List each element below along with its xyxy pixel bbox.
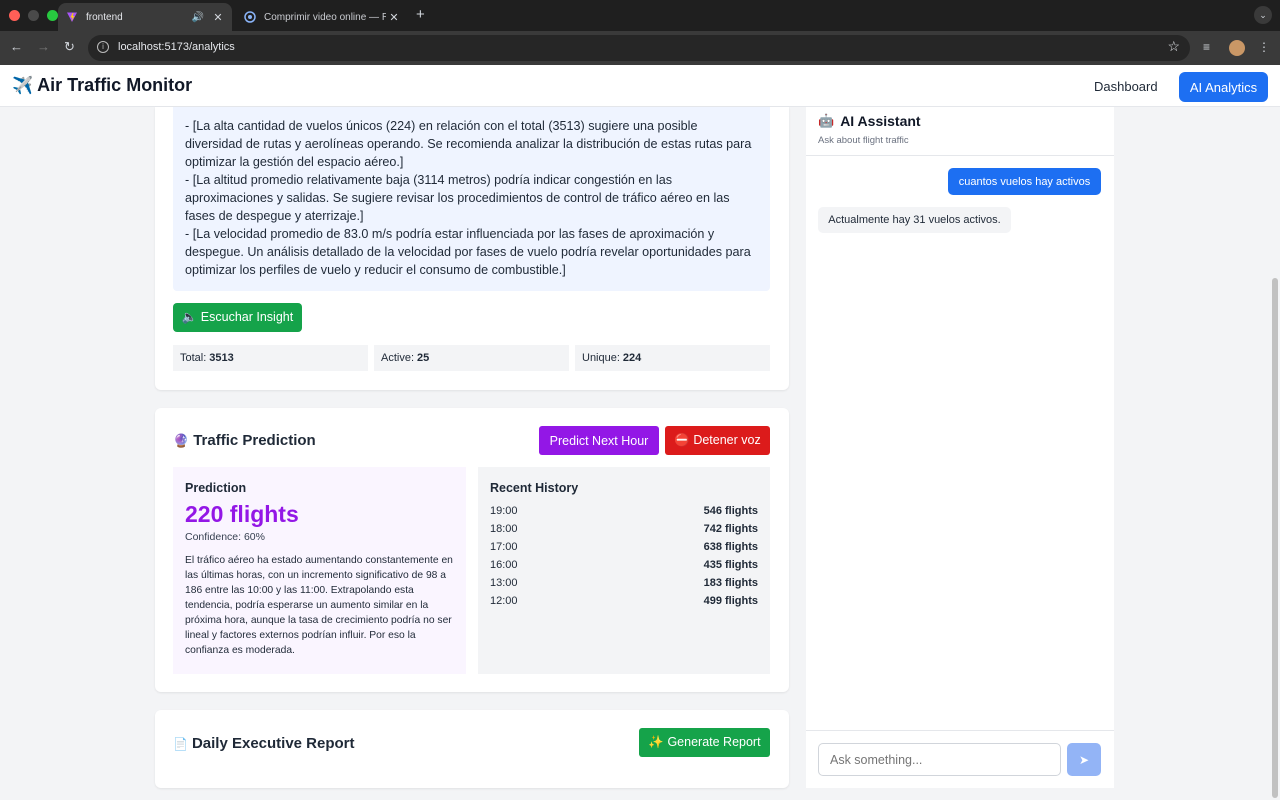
ai-assistant-panel: 🤖 AI Assistant Ask about flight traffic …: [806, 107, 1114, 788]
history-flights: 638 flights: [703, 541, 758, 553]
nav-ai-analytics-button[interactable]: AI Analytics: [1179, 72, 1268, 102]
minimize-window-button[interactable]: [28, 10, 39, 21]
report-heading: 📄 Daily Executive Report: [173, 735, 355, 752]
traffic-prediction-card: 🔮 Traffic Prediction Predict Next Hour ⛔…: [155, 408, 789, 692]
stat-total: Total: 3513: [173, 345, 368, 371]
stat-unique-value: 224: [622, 352, 642, 364]
history-time: 13:00: [490, 577, 518, 589]
app-header: ✈️ Air Traffic Monitor Dashboard AI Anal…: [0, 65, 1280, 107]
generate-report-button[interactable]: ✨ Generate Report: [639, 728, 770, 757]
daily-report-card: 📄 Daily Executive Report ✨ Generate Repo…: [155, 710, 789, 788]
tab-title: frontend: [86, 11, 123, 23]
send-icon: ➤: [1078, 752, 1090, 767]
assistant-title: AI Assistant: [840, 113, 921, 129]
page-scrollbar-thumb[interactable]: [1272, 278, 1278, 798]
history-row: 18:00 742 flights: [490, 520, 758, 538]
tab-frontend[interactable]: frontend 🔊 ✕: [58, 3, 232, 31]
compress-icon: [244, 11, 256, 23]
history-time: 12:00: [490, 595, 518, 607]
close-tab-icon[interactable]: ✕: [386, 11, 402, 24]
back-arrow-icon[interactable]: ←: [10, 39, 23, 54]
browser-tab-strip: frontend 🔊 ✕ Comprimir video online — Re…: [0, 0, 1280, 31]
stat-total-label: Total:: [180, 352, 207, 364]
assistant-header: 🤖 AI Assistant Ask about flight traffic: [818, 113, 921, 146]
assistant-title-row: 🤖 AI Assistant: [818, 113, 921, 129]
stat-total-value: 3513: [209, 352, 234, 364]
stat-active: Active: 25: [374, 345, 569, 371]
divider: [806, 730, 1114, 731]
new-tab-button[interactable]: +: [416, 6, 425, 23]
site-info-icon[interactable]: i: [97, 41, 109, 53]
audio-playing-icon[interactable]: 🔊: [192, 12, 204, 23]
history-row: 12:00 499 flights: [490, 592, 758, 610]
browser-toolbar: ← → ↻ i localhost:5173/analytics ☆ ≡ ⋮: [0, 31, 1280, 65]
tab-search-chevron-icon[interactable]: ⌄: [1254, 6, 1272, 24]
history-flights: 742 flights: [703, 523, 758, 535]
brand[interactable]: ✈️ Air Traffic Monitor: [12, 75, 192, 96]
prediction-box-title: Prediction: [185, 481, 247, 495]
close-window-button[interactable]: [9, 10, 20, 21]
insight-paragraph: - [La altitud promedio relativamente baj…: [185, 173, 730, 223]
divider: [806, 155, 1114, 156]
stat-unique-label: Unique:: [582, 352, 620, 364]
nav-dashboard-link[interactable]: Dashboard: [1094, 79, 1158, 94]
crystal-ball-icon: 🔮: [173, 432, 190, 448]
stop-voice-button[interactable]: ⛔ Detener voz: [665, 426, 770, 455]
brand-title: Air Traffic Monitor: [37, 75, 193, 95]
recent-history-box: Recent History 19:00 546 flights 18:00 7…: [478, 467, 770, 674]
recent-history-title: Recent History: [490, 481, 579, 495]
airplane-icon: ✈️: [12, 75, 34, 95]
stat-unique: Unique: 224: [575, 345, 770, 371]
history-row: 13:00 183 flights: [490, 574, 758, 592]
prediction-value: 220 flights: [185, 501, 299, 527]
media-controls-icon[interactable]: ≡: [1203, 40, 1210, 54]
chrome-menu-icon[interactable]: ⋮: [1258, 40, 1270, 54]
tab-title: Comprimir video online — Re: [264, 11, 386, 23]
history-row: 19:00 546 flights: [490, 502, 758, 520]
prediction-title: Traffic Prediction: [193, 432, 316, 449]
profile-avatar[interactable]: [1229, 40, 1245, 56]
document-icon: 📄: [173, 736, 188, 751]
history-flights: 499 flights: [703, 595, 758, 607]
maximize-window-button[interactable]: [47, 10, 58, 21]
prediction-heading: 🔮 Traffic Prediction: [173, 432, 316, 449]
assistant-subtitle: Ask about flight traffic: [818, 135, 909, 146]
reload-icon[interactable]: ↻: [64, 39, 75, 55]
ask-input[interactable]: [818, 743, 1061, 776]
history-time: 17:00: [490, 541, 518, 553]
address-bar[interactable]: i localhost:5173/analytics ☆: [88, 35, 1190, 61]
bookmark-star-icon[interactable]: ☆: [1167, 38, 1180, 55]
history-time: 16:00: [490, 559, 518, 571]
report-title: Daily Executive Report: [191, 735, 355, 752]
history-time: 19:00: [490, 505, 518, 517]
close-tab-icon[interactable]: ✕: [210, 11, 226, 24]
history-flights: 435 flights: [703, 559, 758, 571]
assistant-message: Actualmente hay 31 vuelos activos.: [818, 207, 1011, 233]
send-button[interactable]: ➤: [1067, 743, 1101, 776]
insight-paragraph: - [La alta cantidad de vuelos únicos (22…: [185, 119, 752, 169]
url-text[interactable]: localhost:5173/analytics: [118, 41, 235, 53]
tab-comprimir-video[interactable]: Comprimir video online — Re ✕: [236, 3, 408, 31]
stat-active-value: 25: [417, 352, 430, 364]
history-time: 18:00: [490, 523, 518, 535]
forward-arrow-icon[interactable]: →: [37, 39, 50, 54]
insight-paragraph: - [La velocidad promedio de 83.0 m/s pod…: [185, 227, 751, 277]
stat-active-label: Active:: [381, 352, 415, 364]
prediction-confidence: Confidence: 60%: [185, 531, 265, 543]
insight-card: - [La alta cantidad de vuelos únicos (22…: [155, 107, 789, 390]
history-flights: 183 flights: [703, 577, 758, 589]
window-controls: [9, 10, 58, 21]
prediction-description: El tráfico aéreo ha estado aumentando co…: [185, 555, 453, 656]
user-message: cuantos vuelos hay activos: [948, 168, 1101, 195]
insight-text-box: - [La alta cantidad de vuelos únicos (22…: [173, 107, 770, 291]
predict-next-hour-button[interactable]: Predict Next Hour: [539, 426, 659, 455]
history-row: 17:00 638 flights: [490, 538, 758, 556]
robot-icon: 🤖: [818, 113, 835, 128]
history-flights: 546 flights: [703, 505, 758, 517]
history-row: 16:00 435 flights: [490, 556, 758, 574]
prediction-box: Prediction 220 flights Confidence: 60% E…: [173, 467, 466, 674]
vite-icon: [66, 11, 78, 23]
listen-insight-button[interactable]: 🔈 Escuchar Insight: [173, 303, 302, 332]
